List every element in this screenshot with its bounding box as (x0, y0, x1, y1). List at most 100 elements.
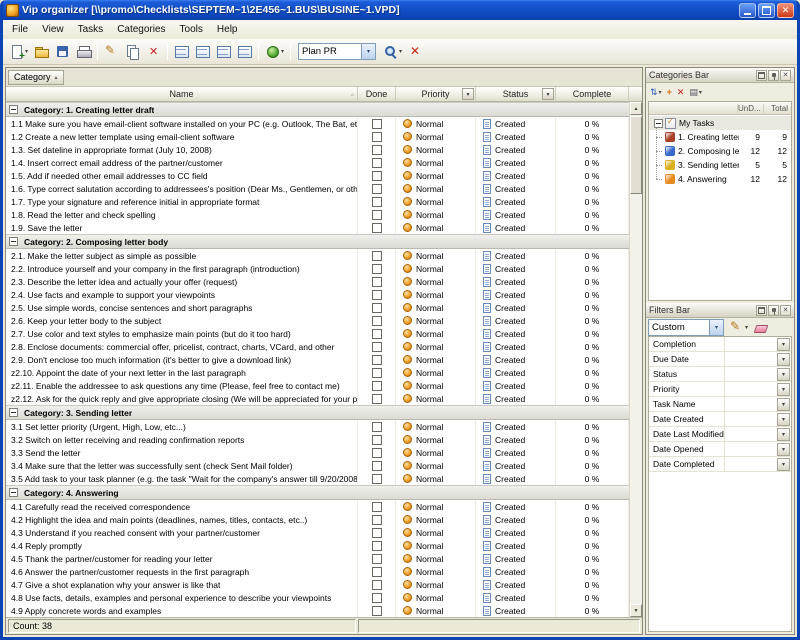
task-status-cell[interactable]: Created (476, 195, 556, 208)
task-priority-cell[interactable]: Normal (396, 327, 476, 340)
pin-bar-button[interactable] (768, 305, 779, 316)
done-checkbox[interactable] (372, 145, 382, 155)
task-complete-cell[interactable]: 0 % (556, 500, 629, 513)
scroll-down-button[interactable]: ▼ (630, 604, 642, 617)
category-row[interactable]: Category: 3. Sending letter (6, 405, 629, 420)
task-priority-cell[interactable]: Normal (396, 420, 476, 433)
delete-category-button[interactable]: ✕ (675, 85, 687, 100)
edit-filter-button[interactable]: ▾ (727, 320, 750, 335)
collapse-minus-icon[interactable] (9, 105, 18, 114)
task-row[interactable]: 4.3 Understand if you reached consent wi… (6, 526, 629, 539)
task-priority-cell[interactable]: Normal (396, 565, 476, 578)
task-priority-cell[interactable]: Normal (396, 275, 476, 288)
task-row[interactable]: 3.4 Make sure that the letter was succes… (6, 459, 629, 472)
task-priority-cell[interactable]: Normal (396, 195, 476, 208)
task-priority-cell[interactable]: Normal (396, 433, 476, 446)
category-tree-item[interactable]: 1. Creating letter draft99 (649, 130, 791, 144)
task-complete-cell[interactable]: 0 % (556, 353, 629, 366)
task-row[interactable]: 1.1 Make sure you have email-client soft… (6, 117, 629, 130)
task-priority-cell[interactable]: Normal (396, 552, 476, 565)
task-done-cell[interactable] (358, 143, 396, 156)
total-column-header[interactable]: Total (763, 104, 791, 113)
minimize-button[interactable] (739, 3, 756, 18)
filter-value[interactable] (725, 427, 777, 441)
task-done-cell[interactable] (358, 249, 396, 262)
task-done-cell[interactable] (358, 275, 396, 288)
task-priority-cell[interactable]: Normal (396, 578, 476, 591)
done-checkbox[interactable] (372, 132, 382, 142)
task-status-cell[interactable]: Created (476, 314, 556, 327)
task-priority-cell[interactable]: Normal (396, 117, 476, 130)
task-status-cell[interactable]: Created (476, 552, 556, 565)
task-done-cell[interactable] (358, 513, 396, 526)
task-priority-cell[interactable]: Normal (396, 500, 476, 513)
task-complete-cell[interactable]: 0 % (556, 392, 629, 405)
view-columns-button[interactable] (192, 41, 213, 63)
task-done-cell[interactable] (358, 552, 396, 565)
done-checkbox[interactable] (372, 541, 382, 551)
task-complete-cell[interactable]: 0 % (556, 578, 629, 591)
task-row[interactable]: 2.3. Describe the letter idea and actual… (6, 275, 629, 288)
task-status-cell[interactable]: Created (476, 472, 556, 485)
task-complete-cell[interactable]: 0 % (556, 513, 629, 526)
task-status-cell[interactable]: Created (476, 591, 556, 604)
task-done-cell[interactable] (358, 446, 396, 459)
header-filter-dropdown-button[interactable]: ▾ (462, 88, 474, 100)
done-checkbox[interactable] (372, 394, 382, 404)
task-priority-cell[interactable]: Normal (396, 472, 476, 485)
filter-dropdown-button[interactable]: ▾ (777, 338, 790, 351)
filter-dropdown-button[interactable]: ▾ (777, 368, 790, 381)
task-done-cell[interactable] (358, 500, 396, 513)
done-checkbox[interactable] (372, 329, 382, 339)
task-complete-cell[interactable]: 0 % (556, 366, 629, 379)
task-priority-cell[interactable]: Normal (396, 446, 476, 459)
task-done-cell[interactable] (358, 340, 396, 353)
menu-tools[interactable]: Tools (173, 22, 210, 37)
task-status-cell[interactable]: Created (476, 353, 556, 366)
task-priority-cell[interactable]: Normal (396, 169, 476, 182)
done-checkbox[interactable] (372, 461, 382, 471)
task-done-cell[interactable] (358, 169, 396, 182)
task-row[interactable]: 2.9. Don't enclose too much information … (6, 353, 629, 366)
done-checkbox[interactable] (372, 119, 382, 129)
task-status-cell[interactable]: Created (476, 539, 556, 552)
column-header-done[interactable]: Done (358, 87, 396, 102)
task-done-cell[interactable] (358, 288, 396, 301)
task-complete-cell[interactable]: 0 % (556, 301, 629, 314)
collapse-minus-icon[interactable] (9, 237, 18, 246)
filter-dropdown-button[interactable]: ▾ (777, 413, 790, 426)
task-status-cell[interactable]: Created (476, 565, 556, 578)
task-done-cell[interactable] (358, 353, 396, 366)
category-row[interactable]: Category: 2. Composing letter body (6, 234, 629, 249)
view-table-button[interactable] (171, 41, 192, 63)
task-complete-cell[interactable]: 0 % (556, 379, 629, 392)
task-priority-cell[interactable]: Normal (396, 379, 476, 392)
task-status-cell[interactable]: Created (476, 446, 556, 459)
filter-dropdown-button[interactable]: ▾ (777, 428, 790, 441)
category-tree-item[interactable]: 2. Composing letter body1212 (649, 144, 791, 158)
filter-value[interactable] (725, 397, 777, 411)
copy-task-button[interactable] (122, 41, 143, 63)
task-row[interactable]: 4.5 Thank the partner/customer for readi… (6, 552, 629, 565)
task-priority-cell[interactable]: Normal (396, 539, 476, 552)
filter-value[interactable] (725, 442, 777, 456)
done-checkbox[interactable] (372, 251, 382, 261)
menu-categories[interactable]: Categories (110, 22, 172, 37)
task-tree-button[interactable]: ▾ (262, 41, 287, 63)
done-checkbox[interactable] (372, 184, 382, 194)
categories-view-button[interactable]: ▤▾ (687, 85, 704, 100)
done-checkbox[interactable] (372, 355, 382, 365)
done-checkbox[interactable] (372, 277, 382, 287)
done-checkbox[interactable] (372, 528, 382, 538)
clear-search-button[interactable] (405, 41, 426, 63)
task-row[interactable]: 4.4 Reply promptlyNormalCreated0 % (6, 539, 629, 552)
category-tree-item[interactable]: 3. Sending letter55 (649, 158, 791, 172)
task-status-cell[interactable]: Created (476, 262, 556, 275)
close-button[interactable]: ✕ (777, 3, 794, 18)
task-done-cell[interactable] (358, 208, 396, 221)
task-done-cell[interactable] (358, 379, 396, 392)
task-row[interactable]: 3.5 Add task to your task planner (e.g. … (6, 472, 629, 485)
task-done-cell[interactable] (358, 182, 396, 195)
done-checkbox[interactable] (372, 171, 382, 181)
open-checklist-button[interactable] (31, 41, 52, 63)
